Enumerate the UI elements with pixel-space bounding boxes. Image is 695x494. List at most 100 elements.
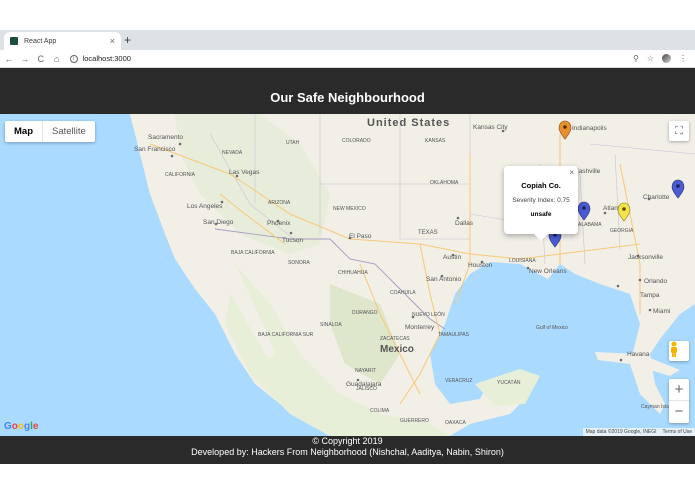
label-colima: COLIMA (370, 408, 390, 414)
label-louisiana: LOUISIANA (509, 258, 536, 264)
tab-strip: React App × + (0, 30, 695, 50)
react-favicon-icon (10, 37, 18, 45)
label-baja-california-sur: BAJA CALIFORNIA SUR (258, 332, 314, 338)
label-monterrey: Monterrey (405, 324, 435, 331)
label-arizona: ARIZONA (268, 200, 291, 206)
label-sonora: SONORA (288, 260, 310, 266)
label-tamaulipas: TAMAULIPAS (438, 332, 470, 338)
pegman-icon (671, 341, 677, 357)
label-mexico: Mexico (380, 344, 414, 355)
label-jacksonville: Jacksonville (628, 254, 663, 261)
forward-icon[interactable]: → (18, 54, 32, 64)
developers-text: Developed by: Hackers From Neighborhood … (191, 447, 504, 457)
zoom-in-button[interactable]: + (669, 379, 689, 401)
profile-avatar[interactable] (662, 54, 672, 63)
label-nashville: Nashville (574, 168, 601, 175)
map-type-map-button[interactable]: Map (5, 121, 42, 142)
browser-tab[interactable]: React App × (4, 32, 121, 50)
label-tucson: Tucson (282, 237, 303, 244)
label-colorado: COLORADO (342, 138, 371, 144)
label-orlando: Orlando (644, 278, 668, 285)
info-window: × Copiah Co. Severity Index: 0.75 unsafe (504, 166, 578, 241)
label-las-vegas: Las Vegas (229, 169, 260, 176)
label-houston: Houston (468, 262, 493, 269)
label-veracruz: VERACRUZ (445, 378, 473, 384)
browser-toolbar: ← → C ⌂ i localhost:3000 ⚲ ☆ ⋮ (0, 50, 695, 68)
popup-county-name: Copiah Co. (521, 181, 561, 190)
label-san-antonio: San Antonio (426, 276, 461, 283)
label-kansas-city: Kansas City (473, 124, 508, 131)
copyright-text: © Copyright 2019 (312, 436, 383, 446)
label-oaxaca: OAXACA (445, 420, 467, 426)
label-new-orleans: New Orleans (529, 268, 567, 275)
reload-icon[interactable]: C (34, 54, 48, 64)
map-type-control: Map Satellite (5, 121, 95, 142)
zoom-control: + − (669, 379, 689, 423)
new-tab-button[interactable]: + (124, 33, 131, 47)
label-durango: DURANGO (352, 310, 378, 316)
tab-close-icon[interactable]: × (110, 36, 115, 46)
map-container[interactable]: United States Mexico NEW MEXICO NEVADA U… (0, 114, 695, 436)
label-kansas: KANSAS (425, 138, 446, 144)
menu-icon[interactable]: ⋮ (679, 54, 687, 63)
app-footer: © Copyright 2019 Developed by: Hackers F… (0, 436, 695, 464)
label-utah: UTAH (286, 140, 300, 146)
url-text[interactable]: localhost:3000 (83, 54, 131, 63)
map-canvas[interactable]: United States Mexico NEW MEXICO NEVADA U… (0, 114, 695, 436)
label-sacramento: Sacramento (148, 134, 183, 141)
window-top-bar (0, 0, 695, 30)
fullscreen-button[interactable]: ⛶ (669, 121, 689, 141)
back-icon[interactable]: ← (2, 54, 16, 64)
zoom-icon[interactable]: ⚲ (633, 54, 639, 63)
star-icon[interactable]: ☆ (647, 54, 654, 63)
label-charlotte: Charlotte (643, 194, 670, 201)
popup-severity: Severity Index: 0.75 (512, 197, 570, 204)
label-baja-california: BAJA CALIFORNIA (231, 250, 275, 256)
map-data-credit: Map data ©2019 Google, INEGI (585, 429, 657, 435)
terms-of-use-link[interactable]: Terms of Use (663, 428, 692, 436)
label-san-francisco: San Francisco (134, 146, 176, 153)
label-oklahoma: OKLAHOMA (430, 180, 459, 186)
map-type-satellite-button[interactable]: Satellite (42, 121, 95, 142)
label-sinaloa: SINALOA (320, 322, 342, 328)
label-los-angeles: Los Angeles (187, 203, 223, 210)
label-nuevo-leon: NUEVO LEÓN (412, 311, 445, 318)
label-georgia: GEORGIA (610, 228, 634, 234)
label-guerrero: GUERRERO (400, 418, 429, 424)
label-new-mexico: NEW MEXICO (333, 206, 366, 212)
label-chihuahua: CHIHUAHUA (338, 270, 368, 276)
label-california: CALIFORNIA (165, 172, 196, 178)
home-icon[interactable]: ⌂ (50, 54, 64, 64)
label-gulf-of-mexico: Gulf of Mexico (536, 325, 568, 331)
label-texas: TEXAS (418, 230, 438, 236)
label-coahuila: COAHUILA (390, 290, 416, 296)
tab-title: React App (24, 37, 57, 45)
label-alabama: ALABAMA (578, 222, 602, 228)
label-nayarit: NAYARIT (355, 368, 376, 374)
label-austin: Austin (443, 254, 461, 261)
close-icon[interactable]: × (569, 168, 574, 177)
popup-status: unsafe (530, 211, 552, 218)
label-guadalajara: Guadalajara (346, 381, 382, 388)
label-havana: Havana (627, 351, 650, 358)
zoom-out-button[interactable]: − (669, 401, 689, 423)
label-el-paso: El Paso (349, 233, 372, 240)
fullscreen-icon: ⛶ (675, 124, 683, 137)
label-dallas: Dallas (455, 220, 474, 227)
label-tampa: Tampa (640, 292, 660, 299)
map-attribution: Map data ©2019 Google, INEGI Terms of Us… (582, 428, 695, 436)
info-icon[interactable]: i (69, 54, 78, 63)
label-indianapolis: Indianapolis (572, 125, 607, 132)
label-united-states: United States (367, 117, 450, 129)
label-nevada: NEVADA (222, 150, 243, 156)
address-bar[interactable]: i localhost:3000 (69, 52, 633, 66)
label-phoenix: Phoenix (267, 220, 291, 227)
label-zacatecas: ZACATECAS (380, 336, 410, 342)
google-logo[interactable]: Google (4, 421, 38, 432)
street-view-pegman-button[interactable] (669, 341, 689, 361)
label-miami: Miami (653, 308, 670, 315)
label-yucatan: YUCATÁN (497, 379, 521, 386)
label-san-diego: San Diego (203, 219, 234, 226)
page-title: Our Safe Neighbourhood (270, 89, 425, 105)
app-header: Our Safe Neighbourhood (0, 68, 695, 114)
